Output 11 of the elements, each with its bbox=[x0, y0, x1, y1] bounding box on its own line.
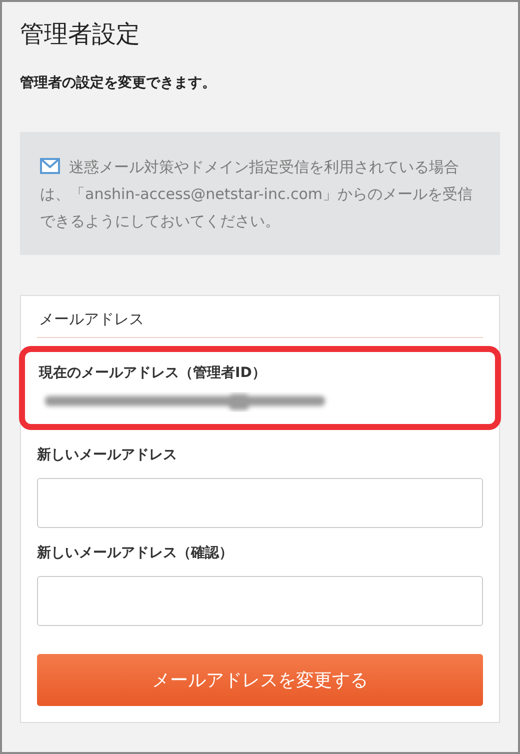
field-label: 現在のメールアドレス（管理者ID） bbox=[39, 364, 267, 382]
input-field[interactable] bbox=[37, 478, 483, 528]
submit-button[interactable]: メールアドレスを変更する bbox=[37, 654, 483, 706]
page-description: 管理者の設定を変更できます。 bbox=[20, 74, 217, 92]
envelope-icon bbox=[40, 158, 60, 174]
section-heading: メールアドレス bbox=[37, 310, 483, 338]
field-label: 新しいメールアドレス（確認） bbox=[37, 544, 234, 562]
notice-text: 迷惑メール対策やドメイン指定受信を利用されている場合は、「anshin-access@netstar-inc.com」からのメールを受信できるようにしておいてください。 bbox=[40, 157, 474, 232]
input-field[interactable] bbox=[37, 576, 483, 626]
field-label: 新しいメールアドレス bbox=[37, 446, 178, 464]
page-title: 管理者設定 bbox=[20, 19, 141, 50]
